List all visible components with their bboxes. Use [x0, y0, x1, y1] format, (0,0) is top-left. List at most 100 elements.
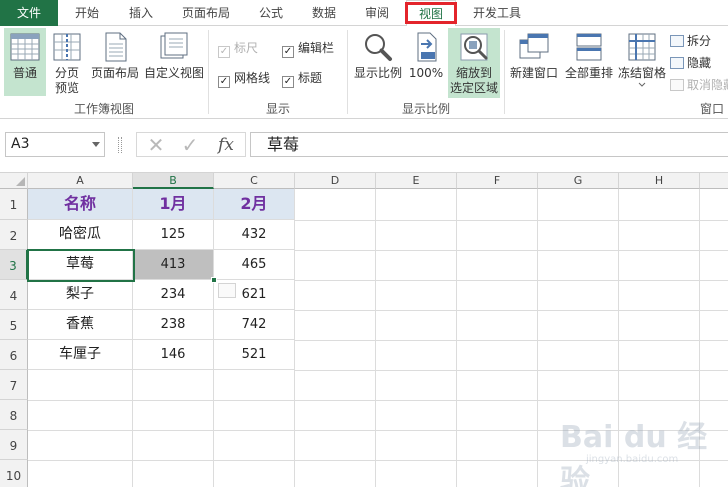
show-group-label: 显示	[265, 102, 290, 116]
hide-label: 隐藏	[687, 56, 712, 70]
row-header-7[interactable]: 7	[0, 370, 28, 400]
name-box-value: A3	[11, 136, 30, 152]
headings-checkbox[interactable]: ✓ 标题	[282, 70, 323, 88]
tab-view-label: 视图	[418, 7, 443, 21]
tab-page-layout[interactable]: 页面布局	[170, 0, 242, 26]
check-icon: ✓	[282, 46, 294, 58]
check-icon: ✓	[218, 76, 230, 88]
page-break-label-1: 分页	[54, 66, 79, 80]
tab-insert[interactable]: 插入	[116, 0, 166, 26]
column-header-d[interactable]: D	[295, 173, 376, 189]
row-header-3[interactable]: 3	[0, 250, 28, 280]
confirm-entry-icon[interactable]: ✓	[175, 133, 205, 158]
ribbon: 普通 分页 预览 页面布局 自定义视图 工作簿视图 ✓ 标尺 ✓ 编辑栏 ✓ 网格线 …	[0, 26, 728, 119]
row-header-9[interactable]: 9	[0, 430, 28, 460]
tab-data[interactable]: 数据	[300, 0, 348, 26]
zoom-label: 显示比例	[353, 66, 402, 80]
unhide-button[interactable]: 取消隐藏	[670, 76, 728, 94]
insert-function-icon[interactable]: fx	[211, 133, 241, 158]
tab-developer[interactable]: 开发工具	[462, 0, 532, 26]
group-separator	[504, 30, 505, 114]
fill-handle[interactable]	[211, 277, 217, 283]
freeze-panes-icon	[628, 33, 656, 61]
column-header-b[interactable]: B	[133, 173, 214, 189]
formula-bar: A3 ✕ ✓ fx 草莓	[0, 119, 728, 173]
column-header-partial[interactable]	[700, 173, 728, 189]
normal-view-label: 普通	[12, 66, 37, 80]
ruler-checkbox[interactable]: ✓ 标尺	[218, 40, 259, 58]
workbook-views-group-label: 工作簿视图	[73, 102, 134, 116]
normal-view-button[interactable]: 普通	[4, 28, 46, 96]
page-break-preview-button[interactable]: 分页 预览	[48, 28, 86, 98]
tab-formulas[interactable]: 公式	[246, 0, 296, 26]
column-header-f[interactable]: F	[457, 173, 538, 189]
window-group-label: 窗口	[700, 102, 725, 116]
row-header-8[interactable]: 8	[0, 400, 28, 430]
tab-review[interactable]: 审阅	[352, 0, 402, 26]
formula-input[interactable]: 草莓	[250, 132, 728, 157]
unhide-label: 取消隐藏	[687, 78, 728, 92]
new-window-icon	[519, 33, 549, 59]
magnifier-icon	[365, 34, 392, 61]
worksheet-grid: A B C D E F G H 1 2 3 4 5 6 7 8 9 10 名称 …	[0, 172, 728, 487]
new-window-label: 新建窗口	[509, 66, 558, 80]
freeze-panes-button[interactable]: 冻结窗格	[616, 28, 668, 98]
page-layout-label: 页面布局	[90, 66, 139, 80]
name-box[interactable]: A3	[5, 132, 105, 157]
hide-icon	[670, 57, 684, 69]
normal-view-icon	[10, 33, 40, 61]
zoom-group-label: 显示比例	[401, 102, 450, 116]
freeze-panes-label: 冻结窗格	[617, 66, 666, 80]
split-button[interactable]: 拆分	[670, 32, 711, 50]
zoom-100-label: 100%	[408, 66, 444, 80]
gridlines-label: 网格线	[234, 71, 271, 85]
empty-gridlines	[28, 189, 728, 487]
formula-bar-checkbox[interactable]: ✓ 编辑栏	[282, 40, 335, 58]
arrange-all-icon	[576, 33, 602, 61]
column-header-e[interactable]: E	[376, 173, 457, 189]
unhide-icon	[670, 79, 684, 91]
headings-label: 标题	[298, 71, 323, 85]
row-header-6[interactable]: 6	[0, 340, 28, 370]
row-header-5[interactable]: 5	[0, 310, 28, 340]
zoom-100-icon	[417, 32, 437, 62]
tab-view[interactable]: 视图	[405, 0, 457, 27]
new-window-button[interactable]: 新建窗口	[508, 28, 560, 98]
chevron-down-icon[interactable]	[92, 142, 100, 147]
arrange-all-label: 全部重排	[564, 66, 613, 80]
column-header-c[interactable]: C	[214, 173, 295, 189]
ruler-label: 标尺	[234, 41, 259, 55]
zoom-button[interactable]: 显示比例	[352, 28, 404, 98]
formula-bar-label: 编辑栏	[298, 41, 335, 55]
row-header-4[interactable]: 4	[0, 280, 28, 310]
gridlines-checkbox[interactable]: ✓ 网格线	[218, 70, 271, 88]
select-all-button[interactable]	[0, 173, 28, 189]
check-icon: ✓	[282, 76, 294, 88]
custom-views-label: 自定义视图	[143, 66, 204, 80]
ribbon-tab-bar: 文件 开始 插入 页面布局 公式 数据 审阅 视图 开发工具	[0, 0, 728, 27]
column-header-g[interactable]: G	[538, 173, 619, 189]
page-layout-view-button[interactable]: 页面布局	[88, 28, 142, 98]
split-label: 拆分	[687, 34, 712, 48]
zoom-selection-label-2: 选定区域	[449, 81, 498, 95]
hide-button[interactable]: 隐藏	[670, 54, 711, 72]
arrange-all-button[interactable]: 全部重排	[562, 28, 616, 98]
custom-views-button[interactable]: 自定义视图	[142, 28, 206, 98]
paste-options-icon[interactable]	[218, 283, 236, 298]
column-header-a[interactable]: A	[28, 173, 133, 189]
row-header-2[interactable]: 2	[0, 220, 28, 250]
tab-home[interactable]: 开始	[62, 0, 112, 26]
tab-file[interactable]: 文件	[0, 0, 58, 26]
row-header-1[interactable]: 1	[0, 189, 28, 220]
zoom-100-button[interactable]: 100%	[406, 28, 446, 98]
formula-bar-grip[interactable]	[118, 137, 122, 153]
page-break-label-2: 预览	[54, 81, 79, 95]
column-header-h[interactable]: H	[619, 173, 700, 189]
zoom-selection-label-1: 缩放到	[455, 66, 492, 80]
split-icon	[670, 35, 684, 47]
custom-views-icon	[160, 32, 188, 59]
cancel-entry-icon[interactable]: ✕	[141, 133, 171, 158]
zoom-to-selection-button[interactable]: 缩放到 选定区域	[448, 28, 500, 98]
formula-buttons: ✕ ✓ fx	[136, 132, 246, 157]
row-header-10[interactable]: 10	[0, 460, 28, 487]
